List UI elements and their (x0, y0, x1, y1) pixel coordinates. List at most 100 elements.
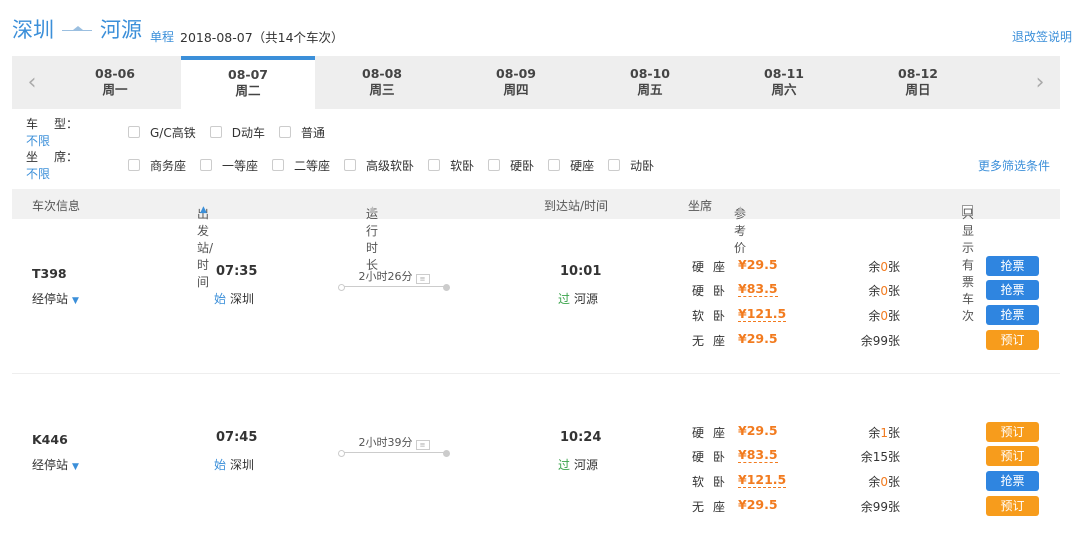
date-tab-date: 08-10 (630, 66, 670, 81)
seat-price: ¥29.5 (738, 497, 778, 512)
route-header: 深圳 河源 单程 2018-08-07（共14个车次） 退改签说明 (12, 14, 1072, 48)
destination-city: 河源 (100, 18, 142, 42)
checkbox-icon[interactable] (428, 159, 441, 171)
seat-remaining: 余0张 (868, 475, 900, 489)
prev-date-chevron-icon[interactable]: ‹ (12, 56, 52, 109)
grab-ticket-button[interactable]: 抢票 (986, 256, 1039, 276)
date-tab[interactable]: 08-12 周日 (851, 56, 985, 109)
seat-remaining: 余99张 (860, 334, 900, 348)
seat-remaining: 余0张 (868, 284, 900, 298)
checkbox-icon[interactable] (209, 126, 222, 138)
col-seat: 坐席 (688, 199, 713, 213)
filter-value[interactable]: 不限 (26, 167, 50, 181)
seat-remaining: 余1张 (868, 426, 900, 440)
seat-price[interactable]: ¥121.5 (738, 472, 787, 488)
date-tab-date: 08-07 (228, 67, 268, 82)
checkbox-icon[interactable] (278, 126, 291, 138)
filter-label: 坐席：不限 (26, 150, 79, 181)
filter-checkbox-business[interactable]: 商务座 (128, 157, 186, 174)
checkbox-icon[interactable] (344, 159, 357, 171)
filter-checkbox-normal[interactable]: 普通 (278, 124, 325, 141)
date-tab-weekday: 周日 (905, 82, 931, 97)
seat-row: 无座 ¥29.5 余99张 预订 (12, 496, 1060, 516)
grab-ticket-button[interactable]: 抢票 (986, 305, 1039, 325)
filter-value[interactable]: 不限 (26, 134, 50, 148)
book-button[interactable]: 预订 (986, 496, 1039, 516)
date-tab-date: 08-08 (362, 66, 402, 81)
date-tab[interactable]: 08-08 周三 (315, 56, 449, 109)
col-arrival: 到达站/时间 (544, 199, 609, 213)
route-arrow-icon (62, 25, 92, 31)
filter-checkbox-emu-sleeper[interactable]: 动卧 (608, 157, 654, 174)
seat-name: 硬卧 (692, 450, 735, 464)
filter-checkbox-deluxe-soft-sleeper[interactable]: 高级软卧 (344, 157, 414, 174)
origin-city: 深圳 (12, 18, 54, 42)
seat-name: 硬卧 (692, 284, 735, 298)
checkbox-icon[interactable] (272, 159, 285, 171)
filter-checkbox-gc[interactable]: G/C高铁 (128, 124, 196, 141)
date-tab-weekday: 周六 (771, 82, 797, 97)
checkbox-icon[interactable] (548, 159, 561, 171)
sort-icon[interactable]: ▲ (737, 205, 744, 215)
date-tab-active[interactable]: 08-07 周二 (181, 56, 315, 109)
results-header: 车次信息 出发站/时间 ▲ 运行时长 ▲ 到达站/时间 坐席 参考价 ▲ 只显示有票车… (12, 189, 1060, 323)
grab-ticket-button[interactable]: 抢票 (986, 280, 1039, 300)
seat-name: 硬座 (692, 260, 735, 274)
date-tab-date: 08-12 (898, 66, 938, 81)
checkbox-icon[interactable] (488, 159, 501, 171)
filter-checkbox-hard-seat[interactable]: 硬座 (548, 157, 594, 174)
train-row: T398 经停站 ▼ 07:35 始深圳 2小时26分 ≡ 10:01 过河源 硬座… (12, 224, 1060, 374)
book-button[interactable]: 预订 (986, 422, 1039, 442)
checkbox-icon[interactable] (128, 126, 140, 138)
sort-icon[interactable]: ▲ (369, 205, 376, 215)
filter-checkbox-hard-sleeper[interactable]: 硬卧 (488, 157, 534, 174)
checkbox-icon[interactable] (128, 159, 140, 171)
seat-row: 无座 ¥29.5 余99张 预订 (12, 330, 1060, 350)
date-tab[interactable]: 08-06 周一 (48, 56, 182, 109)
seat-type-filter: 坐席：不限 商务座 一等座 二等座 高级软卧 软卧 硬卧 硬座 动卧 更多筛选条… (26, 150, 1066, 181)
seat-name: 无座 (692, 500, 735, 514)
date-tab-weekday: 周二 (235, 83, 261, 98)
seat-remaining: 余0张 (868, 309, 900, 323)
filter-checkbox-soft-sleeper[interactable]: 软卧 (428, 157, 474, 174)
train-type-filter: 车型：不限 G/C高铁 D动车 普通 (26, 117, 1066, 148)
seat-row: 硬卧 ¥83.5 余15张 预订 (12, 446, 1060, 466)
grab-ticket-button[interactable]: 抢票 (986, 471, 1039, 491)
seat-row: 软卧 ¥121.5 余0张 抢票 (12, 305, 1060, 325)
checkbox-icon[interactable] (608, 159, 621, 171)
book-button[interactable]: 预订 (986, 330, 1039, 350)
date-tab[interactable]: 08-09 周四 (449, 56, 583, 109)
next-date-chevron-icon[interactable]: › (1020, 56, 1060, 109)
seat-name: 软卧 (692, 309, 735, 323)
refund-rules-link[interactable]: 退改签说明 (1012, 28, 1072, 45)
filter-checkbox-first[interactable]: 一等座 (200, 157, 258, 174)
filter-checkbox-d[interactable]: D动车 (209, 124, 265, 141)
seat-row: 硬卧 ¥83.5 余0张 抢票 (12, 280, 1060, 300)
filter-label: 车型：不限 (26, 117, 79, 148)
date-tab[interactable]: 08-11 周六 (717, 56, 851, 109)
seat-price[interactable]: ¥121.5 (738, 306, 787, 322)
date-tab-weekday: 周五 (637, 82, 663, 97)
seat-row: 软卧 ¥121.5 余0张 抢票 (12, 471, 1060, 491)
seat-remaining: 余99张 (860, 500, 900, 514)
date-selector: ‹ 08-06 周一 08-07 周二 08-08 周三 08-09 周四 08… (12, 56, 1060, 109)
seat-price[interactable]: ¥83.5 (738, 281, 778, 297)
sort-icon[interactable]: ▲ (200, 205, 207, 215)
seat-price[interactable]: ¥83.5 (738, 447, 778, 463)
seat-price: ¥29.5 (738, 257, 778, 272)
filter-checkbox-second[interactable]: 二等座 (272, 157, 330, 174)
trip-type-label: 单程 (150, 30, 175, 44)
date-tab-date: 08-06 (95, 66, 135, 81)
seat-row: 硬座 ¥29.5 余0张 抢票 (12, 256, 1060, 276)
seat-name: 软卧 (692, 475, 735, 489)
seat-remaining: 余15张 (860, 450, 900, 464)
date-tab[interactable]: 08-10 周五 (583, 56, 717, 109)
date-tab-weekday: 周三 (369, 82, 395, 97)
seat-name: 硬座 (692, 426, 735, 440)
book-button[interactable]: 预订 (986, 446, 1039, 466)
route-title: 深圳 河源 (12, 14, 142, 44)
more-filters-link[interactable]: 更多筛选条件 (978, 157, 1050, 174)
checkbox-icon[interactable] (200, 159, 213, 171)
seat-name: 无座 (692, 334, 735, 348)
trip-date-summary: 2018-08-07（共14个车次） (180, 30, 344, 45)
